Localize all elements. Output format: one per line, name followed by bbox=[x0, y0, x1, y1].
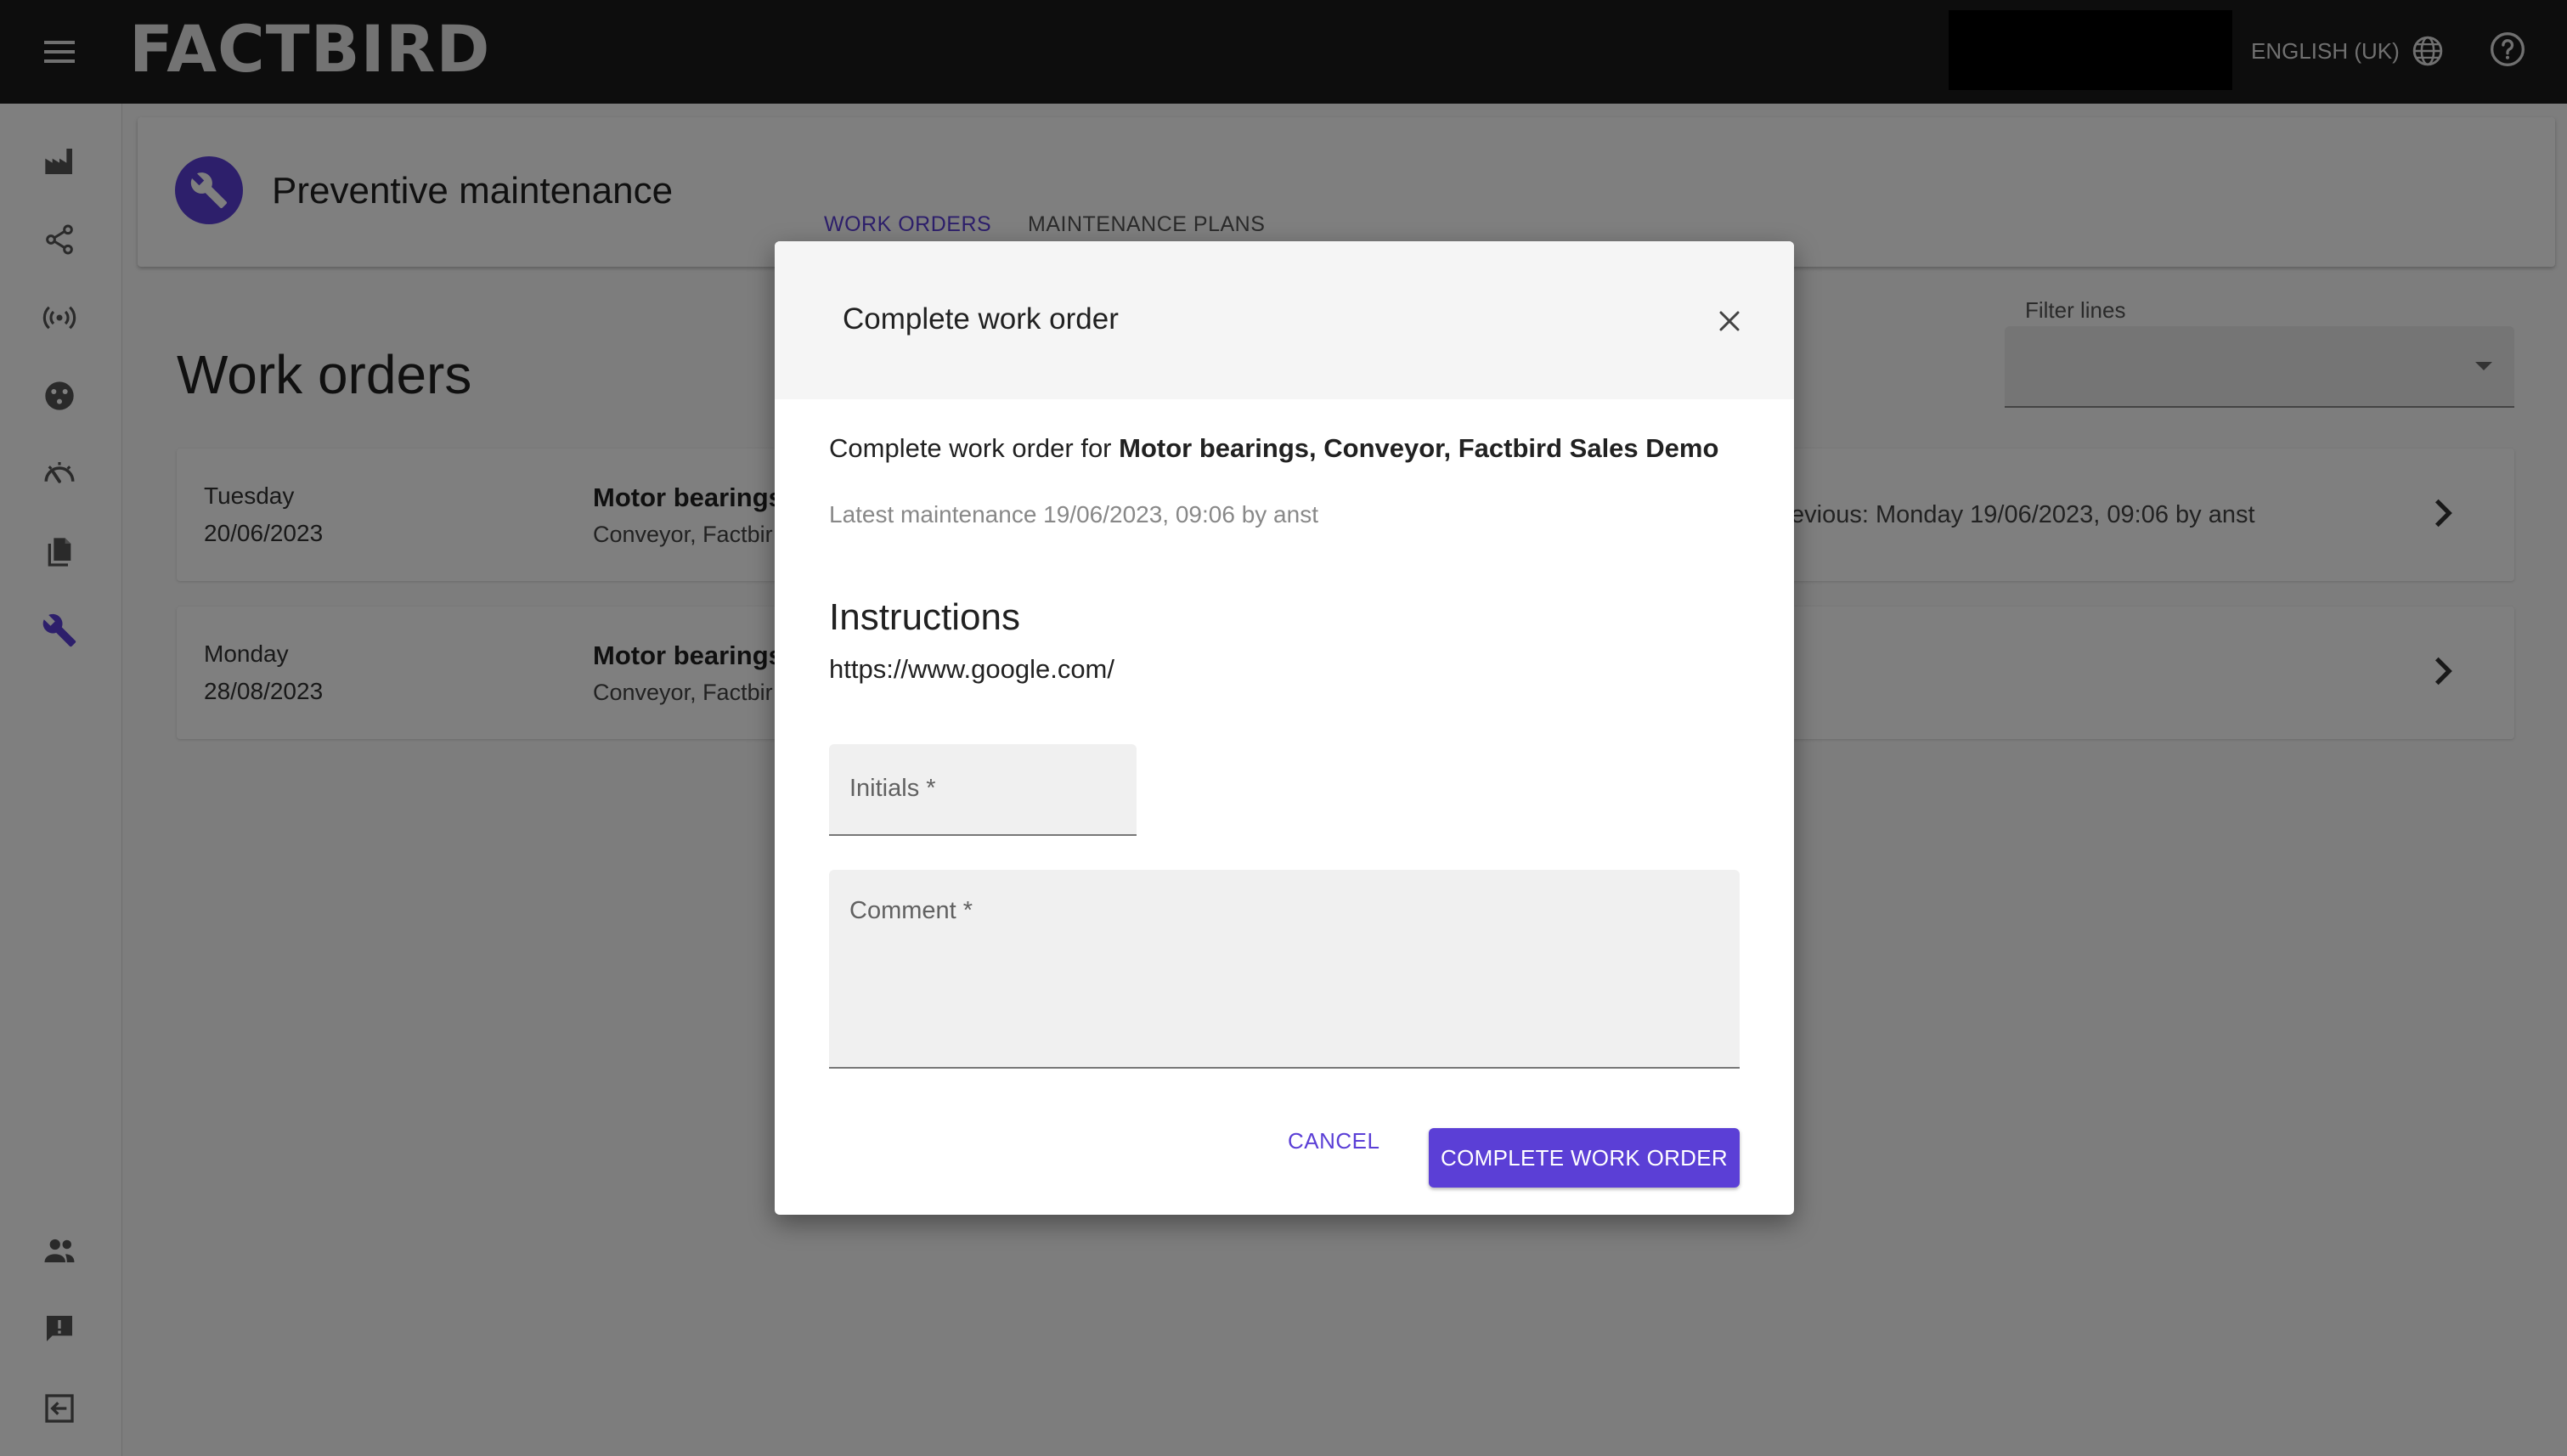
complete-work-order-dialog: Complete work order Complete work order … bbox=[775, 241, 1794, 1215]
instructions-link[interactable]: https://www.google.com/ bbox=[829, 654, 1114, 685]
latest-maintenance: Latest maintenance 19/06/2023, 09:06 by … bbox=[829, 501, 1318, 528]
dialog-title: Complete work order bbox=[843, 302, 1119, 336]
dialog-header: Complete work order bbox=[775, 241, 1794, 399]
comment-label: Comment * bbox=[849, 897, 973, 924]
initials-label: Initials * bbox=[849, 775, 936, 802]
comment-field[interactable]: Comment * bbox=[829, 870, 1740, 1069]
description-prefix: Complete work order for bbox=[829, 433, 1120, 463]
description-target: Motor bearings, Conveyor, Factbird Sales… bbox=[1119, 433, 1719, 463]
initials-field[interactable]: Initials * bbox=[829, 744, 1137, 836]
instructions-heading: Instructions bbox=[829, 596, 1020, 638]
complete-work-order-button[interactable]: COMPLETE WORK ORDER bbox=[1429, 1128, 1740, 1188]
cancel-button[interactable]: CANCEL bbox=[1288, 1128, 1379, 1162]
close-icon[interactable] bbox=[1712, 304, 1746, 338]
dialog-description: Complete work order for Motor bearings, … bbox=[829, 433, 1718, 464]
